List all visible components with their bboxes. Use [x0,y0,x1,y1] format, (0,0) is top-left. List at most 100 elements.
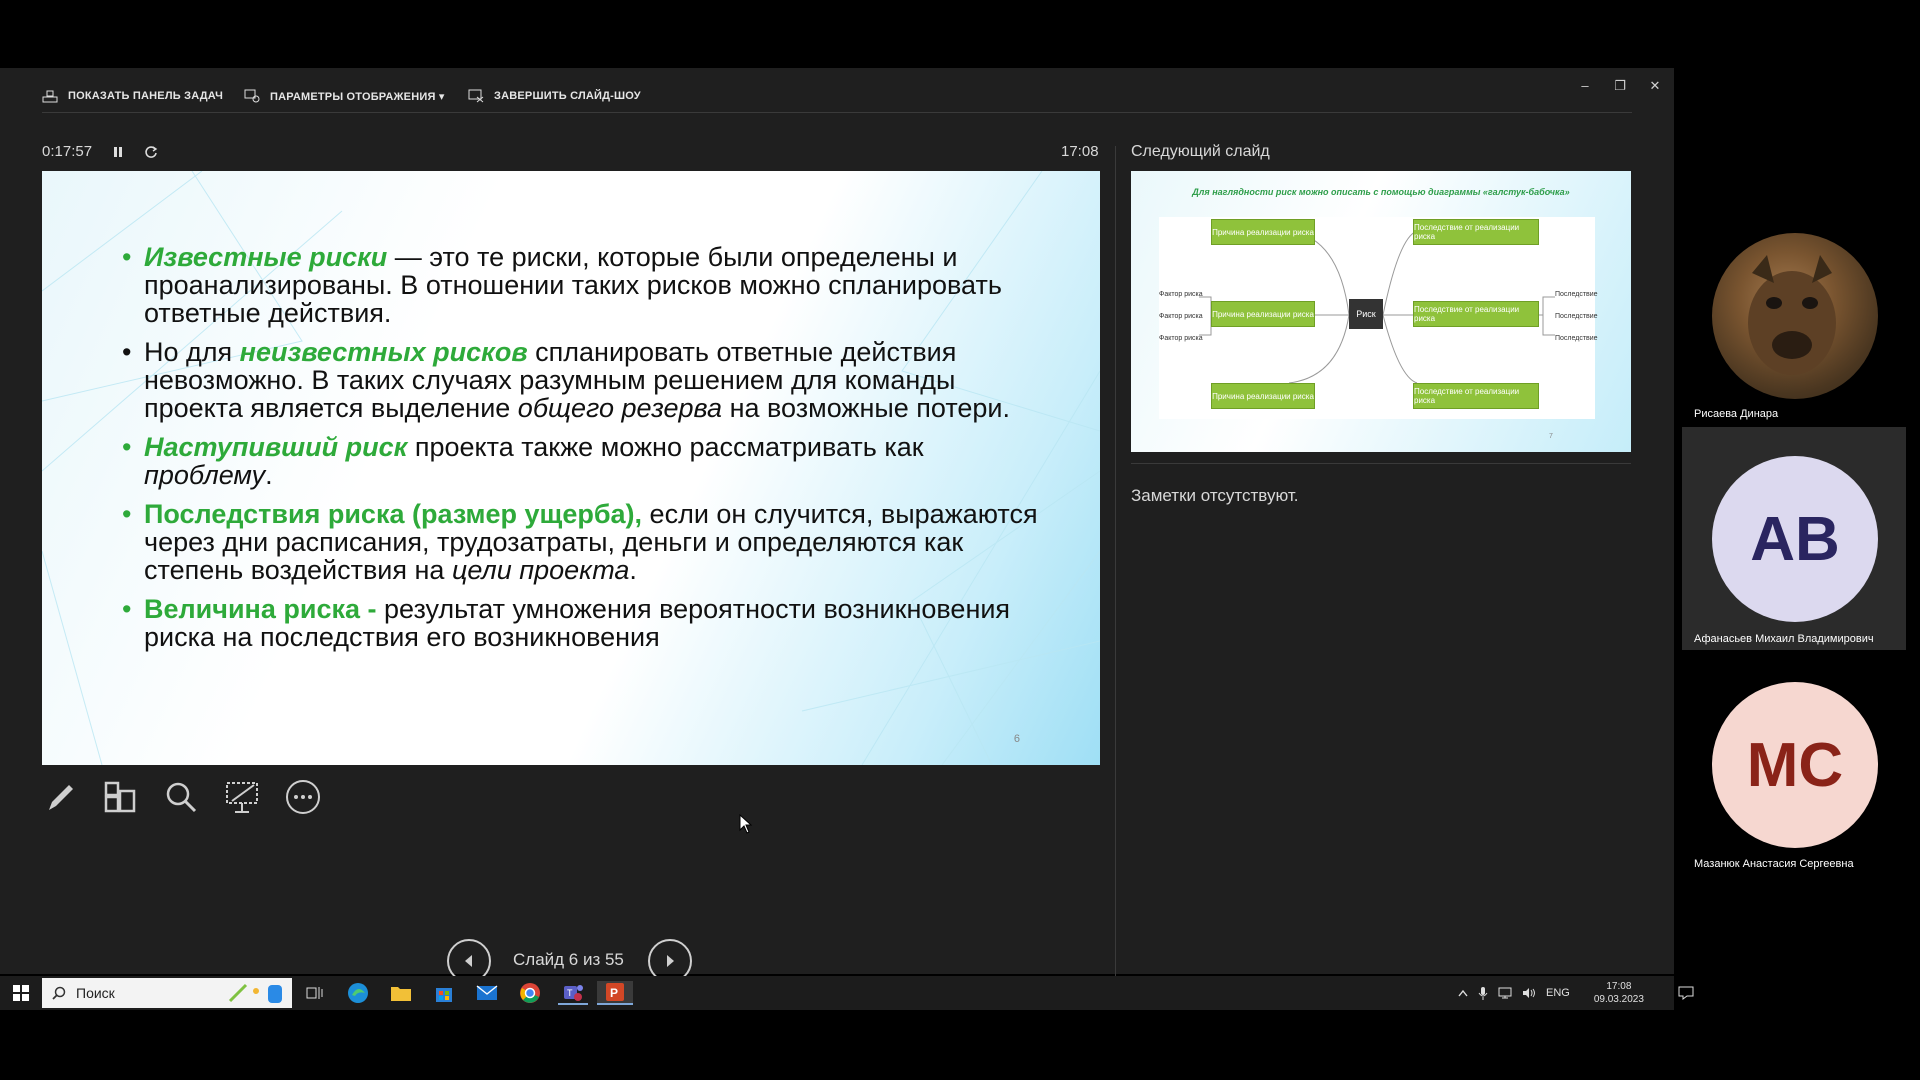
factor-label: Фактор риска [1159,335,1203,342]
participant-name: Рисаева Динара [1694,408,1779,420]
task-view-button[interactable] [300,981,330,1005]
language-indicator[interactable]: ENG [1546,987,1570,999]
notes-divider [1131,463,1631,464]
taskbar-search[interactable]: Поиск [42,978,292,1008]
pen-tool-button[interactable] [40,777,80,817]
taskbar-time: 17:08 [1606,981,1632,992]
bullet-text: . [265,460,273,490]
consequence-box: Последствие от реализации риска [1413,219,1539,245]
svg-text:T: T [567,988,573,998]
result-label: Последствие [1555,291,1598,298]
notifications-icon[interactable] [1678,986,1694,1000]
participant-tile[interactable]: МС Мазанюк Анастасия Сергеевна [1682,652,1906,875]
mail-button[interactable] [472,981,502,1005]
store-button[interactable] [429,981,459,1005]
display-settings-label: ПАРАМЕТРЫ ОТОБРАЖЕНИЯ ▾ [270,90,445,103]
next-slide-label: Следующий слайд [1131,143,1270,160]
powerpoint-button[interactable]: P [597,981,633,1005]
hyena-photo-icon [1748,255,1836,375]
close-button[interactable]: ✕ [1640,78,1670,94]
bullet-text: проекта также можно рассматривать как [407,432,924,462]
risk-center-box: Риск [1349,299,1383,329]
svg-text:P: P [610,986,618,1000]
black-screen-button[interactable] [222,777,262,817]
participant-tile[interactable]: АВ Афанасьев Михаил Владимирович [1682,427,1906,650]
edge-button[interactable] [343,981,373,1005]
teams-button[interactable]: T [558,981,588,1005]
term-known-risks: Известные риски [144,242,388,272]
taskbar-clock[interactable]: 17:08 09.03.2023 [1594,980,1644,1006]
participant-tile[interactable]: Рисаева Динара [1682,225,1906,425]
chevron-up-icon[interactable] [1458,989,1468,997]
edge-icon [348,983,368,1003]
more-options-button[interactable] [283,777,323,817]
end-slideshow-button[interactable]: ЗАВЕРШИТЬ СЛАЙД-ШОУ [468,86,641,106]
grid-icon [104,781,136,813]
cause-box: Причина реализации риска [1211,219,1315,245]
show-taskbar-button[interactable]: ПОКАЗАТЬ ПАНЕЛЬ ЗАДАЧ [42,86,223,106]
search-highlight-icon [228,983,282,1003]
presenter-view: ПОКАЗАТЬ ПАНЕЛЬ ЗАДАЧ ПАРАМЕТРЫ ОТОБРАЖЕ… [0,68,1674,1006]
term-unknown-risks: неизвестных рисков [239,337,528,367]
bullet-text: . [629,555,637,585]
term-consequences: Последствия риска (размер ущерба), [144,499,643,529]
task-view-icon [306,987,323,999]
store-icon [436,988,452,1002]
slide-timer: 0:17:57 [42,143,158,160]
network-icon[interactable] [1498,987,1512,999]
explorer-button[interactable] [386,981,416,1005]
participant-name: Мазанюк Анастасия Сергеевна [1694,858,1854,870]
bullet-risk-consequences: Последствия риска (размер ущерба), если … [122,500,1042,584]
bullet-risk-magnitude: Величина риска - результат умножения вер… [122,595,1042,651]
slide-page-number: 6 [1013,733,1020,745]
participant-name: Афанасьев Михаил Владимирович [1694,633,1874,645]
factor-label: Фактор риска [1159,313,1203,320]
next-slide-page-number: 7 [1549,433,1553,440]
bullet-list: Известные риски — это те риски, которые … [122,243,1042,662]
speaker-notes: Заметки отсутствуют. [1131,486,1299,505]
avatar: МС [1712,682,1878,848]
windows-icon [13,985,29,1001]
consequence-box: Последствие от реализации риска [1413,383,1539,409]
end-slideshow-label: ЗАВЕРШИТЬ СЛАЙД-ШОУ [494,90,641,102]
search-icon [52,986,66,1000]
cause-box: Причина реализации риска [1211,383,1315,409]
result-label: Последствие [1555,313,1598,320]
minimize-button[interactable]: – [1570,78,1600,93]
restore-button[interactable]: ❐ [1605,78,1635,94]
cause-box: Причина реализации риска [1211,301,1315,327]
screen-icon [226,782,258,813]
term-general-reserve: общего резерва [517,393,723,423]
chrome-icon [520,983,540,1003]
powerpoint-icon: P [606,983,624,1001]
elapsed-time: 0:17:57 [42,143,93,160]
bullet-known-risks: Известные риски — это те риски, которые … [122,243,1042,327]
avatar [1712,233,1878,399]
magnifier-icon [166,782,197,813]
bowtie-diagram: Причина реализации риска Причина реализа… [1159,217,1598,419]
search-placeholder: Поиск [76,985,115,1001]
zoom-button[interactable] [161,777,201,817]
microphone-icon[interactable] [1478,986,1488,1000]
bullet-unknown-risks: Но для неизвестных рисков спланировать о… [122,338,1042,422]
chrome-button[interactable] [515,981,545,1005]
start-button[interactable] [6,981,36,1005]
slide-counter: Слайд 6 из 55 [513,950,624,969]
next-icon [667,955,674,967]
see-all-slides-button[interactable] [100,777,140,817]
next-slide-preview[interactable]: Для наглядности риск можно описать с пом… [1131,171,1631,452]
factor-label: Фактор риска [1159,291,1203,298]
term-risk-magnitude: Величина риска - [144,594,377,624]
reset-icon[interactable] [144,145,158,159]
volume-icon[interactable] [1522,987,1536,999]
windows-taskbar: Поиск T P ENG 17:08 09.03.2023 [0,976,1694,1010]
pause-icon[interactable] [112,145,124,159]
bullet-text: Но для [144,337,240,367]
more-icon [286,780,320,814]
taskbar-date: 09.03.2023 [1593,994,1644,1005]
display-settings-button[interactable]: ПАРАМЕТРЫ ОТОБРАЖЕНИЯ ▾ [244,86,445,106]
current-slide[interactable]: Известные риски — это те риски, которые … [42,171,1100,765]
display-settings-icon [244,89,260,103]
term-occurred-risk: Наступивший риск [144,432,408,462]
folder-icon [391,987,411,1001]
